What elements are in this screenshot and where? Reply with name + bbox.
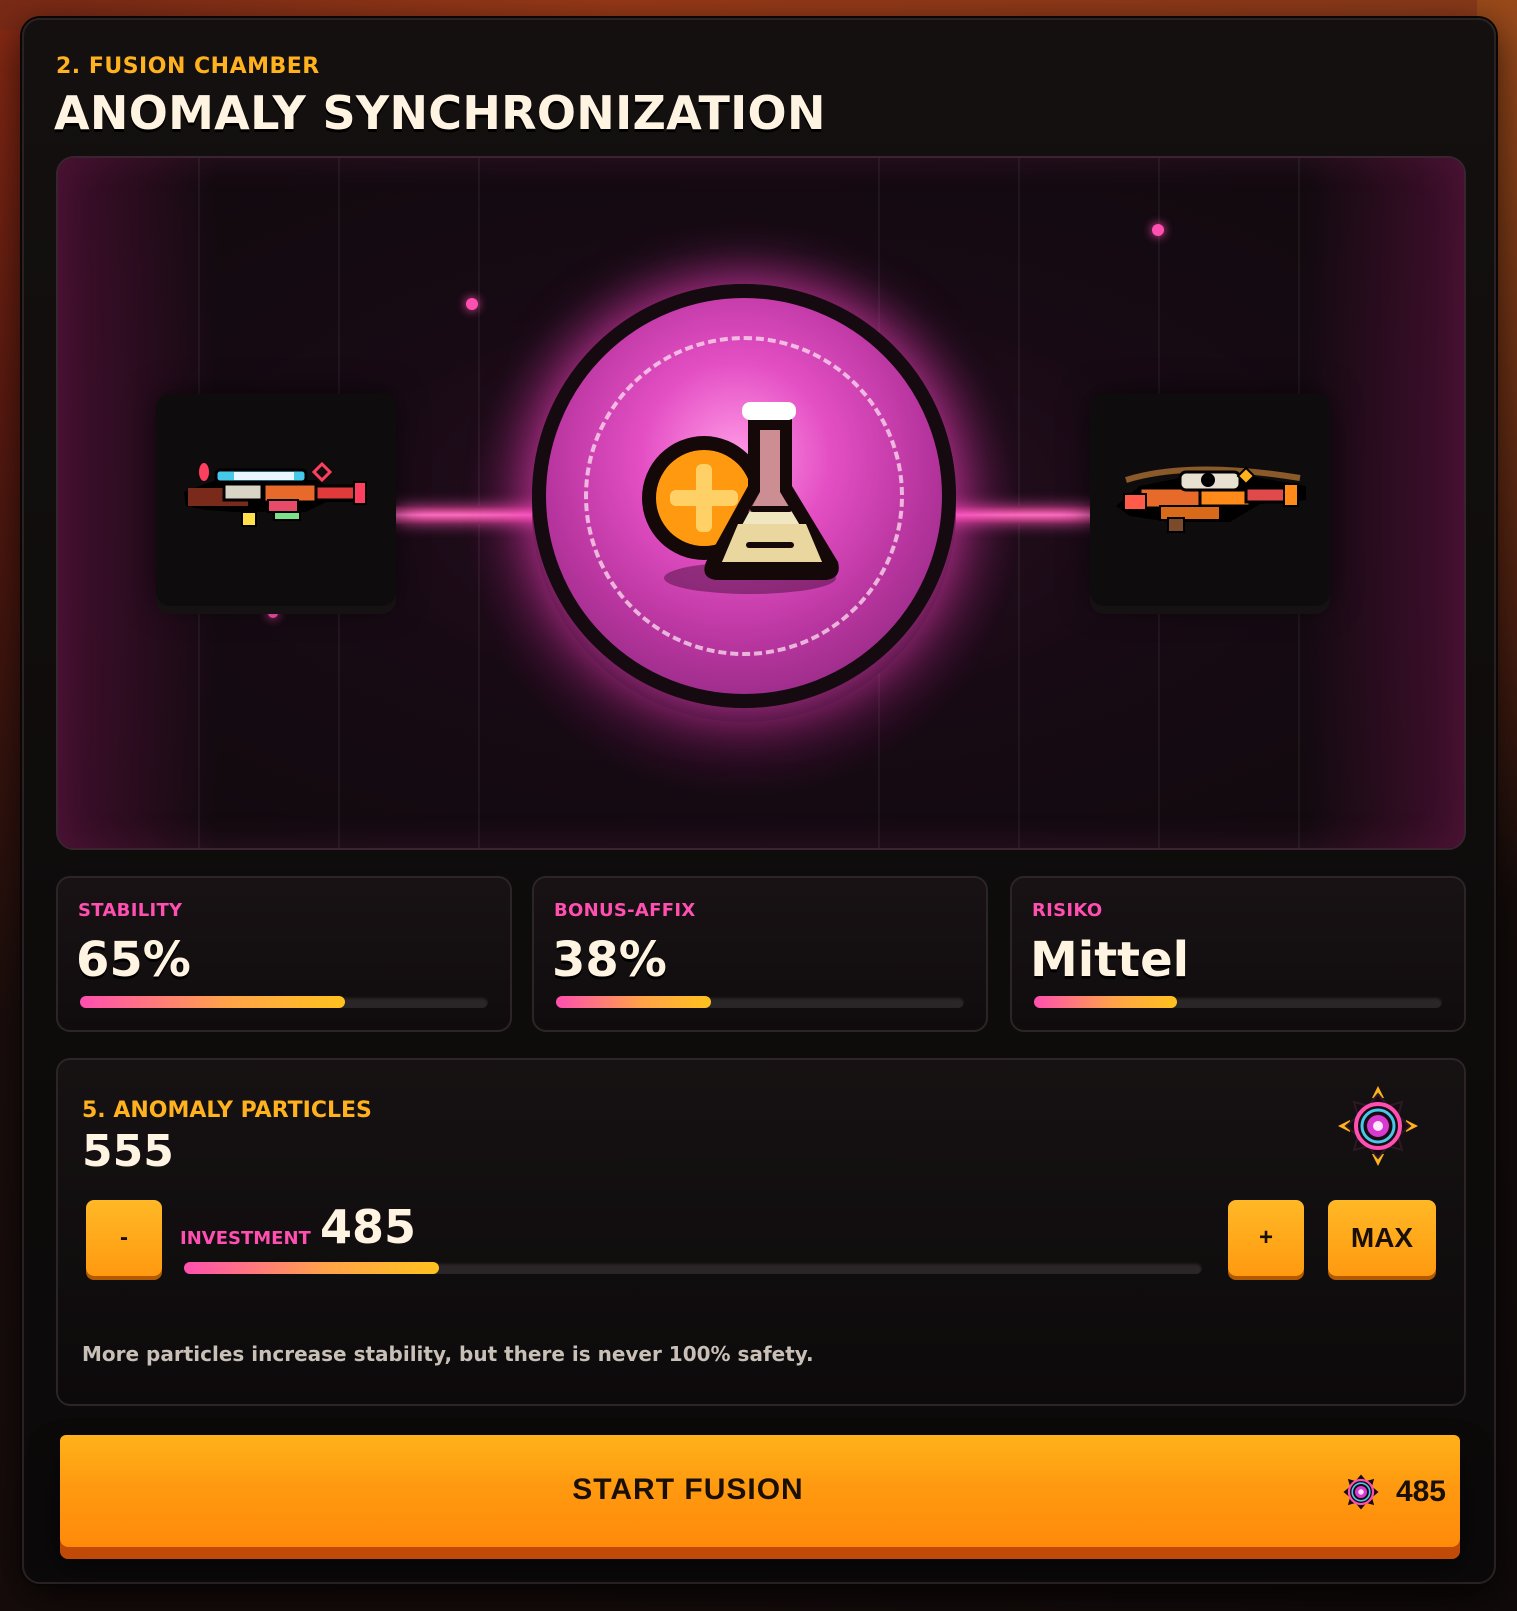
- fusion-panel: 2. FUSION CHAMBER ANOMALY SYNCHRONIZATIO…: [22, 18, 1496, 1584]
- item-slot-left[interactable]: [156, 394, 396, 606]
- decrease-button[interactable]: -: [86, 1200, 162, 1276]
- anomaly-particle-icon: [1338, 1086, 1418, 1166]
- section-eyebrow: 2. FUSION CHAMBER: [56, 54, 320, 79]
- stat-card-stability: STABILITY 65%: [56, 876, 512, 1032]
- particles-label: 5. ANOMALY PARTICLES: [82, 1098, 372, 1123]
- rifle-weapon-icon: [1116, 466, 1306, 533]
- increase-button[interactable]: +: [1228, 1200, 1304, 1276]
- stat-bar-track: [1034, 996, 1442, 1008]
- stat-bar-fill: [1034, 996, 1177, 1008]
- start-fusion-label: START FUSION: [572, 1473, 804, 1506]
- particles-count: 555: [82, 1126, 174, 1177]
- anomaly-particles-panel: 5. ANOMALY PARTICLES 555 - INVESTMENT 48…: [56, 1058, 1466, 1406]
- page-title: ANOMALY SYNCHRONIZATION: [54, 86, 826, 140]
- stat-bar-track: [80, 996, 488, 1008]
- start-fusion-cost-value: 485: [1395, 1475, 1446, 1508]
- investment-slider[interactable]: [184, 1262, 1202, 1274]
- stat-value: 38%: [552, 932, 667, 988]
- stat-bar-fill: [556, 996, 712, 1008]
- max-button[interactable]: MAX: [1328, 1200, 1436, 1276]
- stat-label: BONUS-AFFIX: [554, 900, 696, 921]
- stat-value: 65%: [76, 932, 191, 988]
- stat-value: Mittel: [1030, 932, 1190, 988]
- investment-label: INVESTMENT: [180, 1228, 311, 1249]
- blaster-weapon-icon: [184, 461, 367, 527]
- particle-dot: [1152, 224, 1164, 236]
- stat-card-risk: RISIKO Mittel: [1010, 876, 1466, 1032]
- item-slot-right[interactable]: [1090, 394, 1330, 606]
- flask-plus-icon: [642, 402, 839, 594]
- particles-hint: More particles increase stability, but t…: [82, 1342, 814, 1366]
- stat-card-bonus-affix: BONUS-AFFIX 38%: [532, 876, 988, 1032]
- stat-label: STABILITY: [78, 900, 183, 921]
- stat-label: RISIKO: [1032, 900, 1103, 921]
- fusion-chamber-view: [56, 156, 1466, 850]
- investment-value: 485: [320, 1200, 417, 1254]
- stat-bar-fill: [80, 996, 346, 1008]
- investment-slider-fill: [184, 1262, 439, 1274]
- anomaly-particle-icon: [1343, 1474, 1379, 1510]
- start-fusion-cost: 485: [1338, 1469, 1446, 1515]
- fusion-core[interactable]: [532, 284, 956, 708]
- stat-bar-track: [556, 996, 964, 1008]
- particle-dot: [268, 608, 278, 618]
- particle-dot: [466, 298, 478, 310]
- start-fusion-button[interactable]: START FUSION 485: [60, 1435, 1460, 1547]
